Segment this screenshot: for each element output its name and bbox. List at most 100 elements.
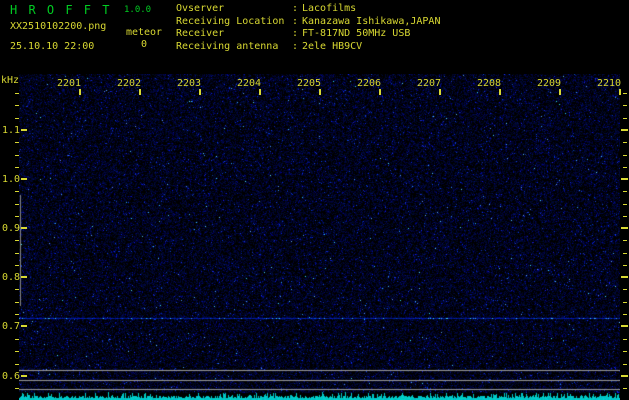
y-axis-right-minor-tick: [623, 167, 627, 168]
y-axis-tick-label-row: 1.0: [2, 173, 28, 185]
y-axis-right-major-tick: [621, 325, 628, 327]
y-axis-right-minor-tick: [623, 118, 627, 119]
x-axis-tick-label: 2206: [356, 78, 382, 89]
y-axis-tick-label: 1.1: [2, 124, 21, 136]
y-axis-minor-tick: [15, 265, 19, 266]
y-axis-minor-tick: [15, 339, 19, 340]
x-axis-tick-label: 2207: [416, 78, 442, 89]
y-axis-minor-tick: [15, 105, 19, 106]
y-axis-right-minor-tick: [623, 93, 627, 94]
y-axis-major-tick-mark: [21, 129, 28, 131]
y-axis-right-minor-tick: [623, 191, 627, 192]
app-title: H R O F F T: [10, 3, 112, 17]
output-filename: XX2510102200.png: [10, 21, 107, 32]
y-axis-minor-tick: [15, 240, 19, 241]
x-axis-tick-mark: [619, 89, 621, 95]
y-axis-tick-label-row: 0.7: [2, 320, 28, 332]
x-axis-tick-mark: [559, 89, 561, 95]
y-axis-right-minor-tick: [623, 155, 627, 156]
y-axis-major-tick-mark: [21, 178, 28, 180]
x-axis-tick-label: 2205: [296, 78, 322, 89]
y-axis-major-tick-mark: [21, 227, 28, 229]
info-value: 2ele HB9CV: [302, 40, 363, 52]
y-axis-right-minor-tick: [623, 265, 627, 266]
spectrogram-canvas: [19, 74, 620, 400]
y-axis-right-minor-tick: [623, 240, 627, 241]
x-axis-tick-mark: [379, 89, 381, 95]
x-axis-tick-mark: [139, 89, 141, 95]
y-axis-minor-tick: [15, 216, 19, 217]
observation-datetime: 25.10.10 22:00: [10, 41, 95, 52]
y-axis-right-minor-tick: [623, 216, 627, 217]
info-label: Ovserver: [176, 3, 225, 14]
info-value: Kanazawa Ishikawa,JAPAN: [302, 15, 441, 27]
info-value: FT-817ND 50MHz USB: [302, 28, 411, 40]
y-axis-right-major-tick: [621, 276, 628, 278]
x-axis-tick-label: 2204: [236, 78, 262, 89]
y-axis-right-major-tick: [621, 227, 628, 229]
app-version: 1.0.0: [124, 5, 152, 15]
y-axis-right-minor-tick: [623, 364, 627, 365]
info-row: Receiver: FT-817ND 50MHz USB: [176, 28, 440, 41]
y-axis-right-minor-tick: [623, 351, 627, 352]
y-axis-unit-label: kHz: [1, 75, 20, 86]
y-axis-minor-tick: [15, 118, 19, 119]
meteor-counter-label: meteor: [125, 27, 163, 38]
y-axis-minor-tick: [15, 253, 19, 254]
y-axis-tick-label-row: 0.9: [2, 222, 28, 234]
y-axis-right-minor-tick: [623, 142, 627, 143]
info-colon: :: [292, 28, 299, 40]
observation-info-table: Ovserver: Lacofilms Receiving Location: Kan…: [176, 3, 440, 53]
x-axis-tick-label: 2201: [56, 78, 82, 89]
y-axis-right-major-tick: [621, 178, 628, 180]
y-axis-minor-tick: [15, 388, 19, 389]
y-axis-tick-label-row: 0.6: [2, 370, 28, 382]
y-axis-minor-tick: [15, 364, 19, 365]
info-label: Receiving Location: [176, 15, 285, 27]
y-axis-tick-label: 0.8: [2, 271, 21, 283]
y-axis-major-tick-mark: [21, 325, 28, 327]
y-axis-right-major-tick: [621, 375, 628, 377]
y-axis-right-minor-tick: [623, 302, 627, 303]
y-axis-tick-label-row: 0.8: [2, 271, 28, 283]
x-axis-tick-mark: [319, 89, 321, 95]
y-axis-minor-tick: [15, 167, 19, 168]
y-axis-right-minor-tick: [623, 105, 627, 106]
y-axis-tick-label: 0.6: [2, 370, 21, 382]
y-axis-right-minor-tick: [623, 339, 627, 340]
info-label: Receiving antenna: [176, 40, 279, 52]
y-axis-major-tick-mark: [21, 375, 28, 377]
x-axis-tick-mark: [259, 89, 261, 95]
meteor-counter-value: 0: [140, 39, 148, 50]
y-axis-tick-label: 0.7: [2, 320, 21, 332]
x-axis-tick-label: 2203: [176, 78, 202, 89]
y-axis-minor-tick: [15, 351, 19, 352]
info-colon: :: [292, 15, 299, 27]
y-axis-tick-label-row: 1.1: [2, 124, 28, 136]
y-axis-right-minor-tick: [623, 204, 627, 205]
y-axis-tick-label: 1.0: [2, 173, 21, 185]
y-axis-minor-tick: [15, 191, 19, 192]
info-row: Receiving antenna:2ele HB9CV: [176, 41, 440, 54]
x-axis-tick-mark: [439, 89, 441, 95]
y-axis-minor-tick: [15, 302, 19, 303]
y-axis-right-minor-tick: [623, 289, 627, 290]
info-colon: :: [292, 40, 299, 52]
y-axis-minor-tick: [15, 93, 19, 94]
y-axis-right-major-tick: [621, 129, 628, 131]
info-label: Receiver: [176, 28, 225, 40]
info-row: Ovserver: Lacofilms: [176, 3, 440, 16]
info-row: Receiving Location: Kanazawa Ishikawa,JAP…: [176, 16, 440, 29]
x-axis-tick-label: 2209: [536, 78, 562, 89]
y-axis-minor-tick: [15, 204, 19, 205]
y-axis-right-minor-tick: [623, 314, 627, 315]
info-value: Lacofilms: [302, 3, 357, 14]
y-axis-tick-label: 0.9: [2, 222, 21, 234]
x-axis-tick-mark: [499, 89, 501, 95]
y-axis-right-minor-tick: [623, 253, 627, 254]
y-axis-minor-tick: [15, 289, 19, 290]
y-axis-major-tick-mark: [21, 276, 28, 278]
x-axis-tick-label: 2210: [596, 78, 622, 89]
x-axis-tick-label: 2202: [116, 78, 142, 89]
hrofft-window: H R O F F T 1.0.0 XX2510102200.png meteo…: [0, 0, 629, 400]
